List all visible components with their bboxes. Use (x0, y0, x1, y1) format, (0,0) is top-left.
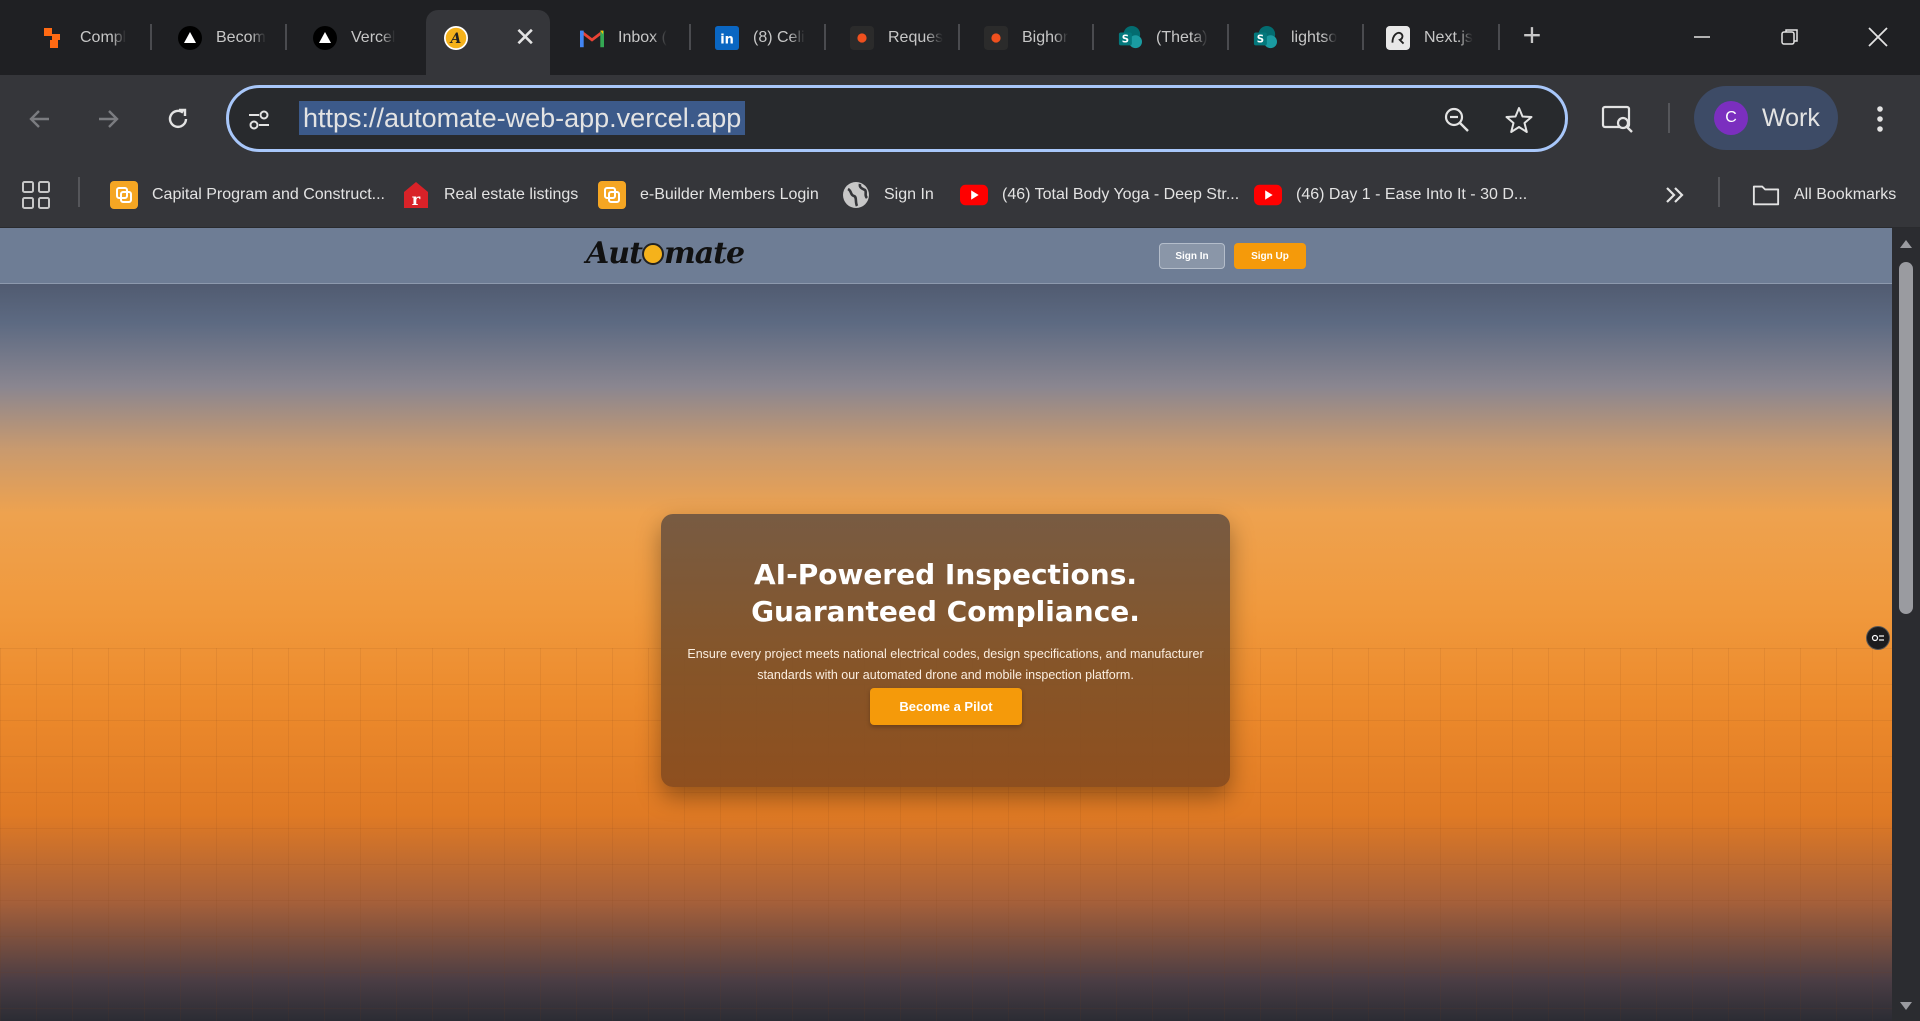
svg-text:S: S (1257, 35, 1264, 46)
browser-toolbar: https://automate-web-app.vercel.app C Wo… (0, 75, 1920, 161)
svg-text:r: r (412, 190, 421, 209)
sharepoint-icon: S (1253, 26, 1277, 50)
youtube-icon (1254, 181, 1282, 209)
page-scrollbar[interactable] (1892, 228, 1920, 1021)
scroll-thumb[interactable] (1899, 262, 1913, 614)
tab-automate-active[interactable]: A ✕ (426, 10, 550, 75)
svg-text:in: in (720, 33, 734, 48)
hero-subtitle: Ensure every project meets national elec… (687, 647, 1204, 682)
realtor-icon: r (402, 181, 430, 209)
forward-arrow-icon[interactable] (88, 99, 128, 139)
tab-becom[interactable]: Becom (160, 14, 280, 62)
automate-logo[interactable]: Aut mate (586, 236, 745, 271)
all-bookmarks-button[interactable]: All Bookmarks (1752, 179, 1896, 211)
tab-vercel[interactable]: Vercel (295, 14, 415, 62)
tab-bighorn[interactable]: Bighor (966, 14, 1086, 62)
record-dot-icon (984, 26, 1008, 50)
bookmark-real-estate[interactable]: r Real estate listings (402, 179, 578, 211)
record-dot-icon (850, 26, 874, 50)
linkedin-icon: in (715, 26, 739, 50)
back-arrow-icon[interactable] (20, 99, 60, 139)
tab-inbox[interactable]: Inbox ( (562, 14, 682, 62)
page-viewport: Aut mate Sign In Sign Up AI-Powered Inspe… (0, 228, 1892, 1021)
ebuilder-icon (598, 181, 626, 209)
vercel-triangle-icon (313, 26, 337, 50)
tab-requests[interactable]: Reques (832, 14, 952, 62)
bookmark-yoga-deep-stretch[interactable]: (46) Total Body Yoga - Deep Str... (960, 179, 1239, 211)
address-bar[interactable]: https://automate-web-app.vercel.app (226, 85, 1568, 152)
bookmark-sign-in[interactable]: Sign In (842, 179, 934, 211)
close-window-icon[interactable] (1848, 14, 1908, 60)
svg-text:S: S (1122, 35, 1129, 46)
url-text[interactable]: https://automate-web-app.vercel.app (299, 101, 746, 135)
scroll-up-arrow-icon[interactable] (1900, 240, 1912, 248)
reload-icon[interactable] (158, 99, 198, 139)
ebuilder-icon (110, 181, 138, 209)
new-tab-button[interactable]: + (1516, 19, 1548, 52)
tab-theta[interactable]: S (Theta) (1100, 14, 1220, 62)
bookmark-capital-program[interactable]: Capital Program and Construct... (110, 179, 385, 211)
site-settings-icon[interactable] (241, 102, 277, 138)
bookmark-star-icon[interactable] (1501, 102, 1537, 138)
orange-logo-icon (42, 26, 66, 50)
site-header: Aut mate Sign In Sign Up (0, 228, 1892, 284)
minimize-icon[interactable] (1672, 14, 1732, 60)
gmail-icon (580, 26, 604, 50)
apps-grid-icon[interactable] (22, 179, 50, 211)
floating-widget-icon[interactable] (1866, 626, 1890, 650)
vercel-triangle-icon (178, 26, 202, 50)
hero-card: AI-Powered Inspections. Guaranteed Compl… (661, 514, 1230, 787)
nextjs-icon (1386, 26, 1410, 50)
tab-search-icon[interactable] (1598, 99, 1638, 139)
sharepoint-icon: S (1118, 26, 1142, 50)
globe-icon (842, 181, 870, 209)
tab-linkedin[interactable]: in (8) Celi (697, 14, 817, 62)
menu-kebab-icon[interactable] (1860, 99, 1900, 139)
tab-strip: Compl Becom Vercel A ✕ Inbox ( in (8) Ce… (0, 0, 1920, 75)
youtube-icon (960, 181, 988, 209)
tab-compl[interactable]: Compl (24, 14, 144, 62)
profile-name: Work (1762, 103, 1820, 132)
sign-in-button[interactable]: Sign In (1159, 243, 1225, 269)
zoom-out-icon[interactable] (1439, 102, 1475, 138)
scroll-down-arrow-icon[interactable] (1900, 1002, 1912, 1010)
bookmarks-bar: Capital Program and Construct... r Real … (0, 161, 1920, 228)
more-bookmarks-chevron-icon[interactable] (1664, 179, 1686, 211)
become-pilot-button[interactable]: Become a Pilot (870, 688, 1022, 725)
bookmark-ebuilder-login[interactable]: e-Builder Members Login (598, 179, 819, 211)
automate-logo-icon: A (444, 25, 468, 50)
restore-icon[interactable] (1760, 14, 1820, 60)
folder-icon (1752, 181, 1780, 209)
svg-text:A: A (449, 31, 462, 47)
tab-nextjs[interactable]: Next.js (1368, 14, 1488, 62)
bookmark-yoga-day-1[interactable]: (46) Day 1 - Ease Into It - 30 D... (1254, 179, 1527, 211)
profile-chip[interactable]: C Work (1694, 86, 1838, 150)
logo-o-icon (641, 243, 664, 265)
tab-lightso[interactable]: S lightso (1235, 14, 1355, 62)
sign-up-button[interactable]: Sign Up (1234, 243, 1306, 269)
hero-title: AI-Powered Inspections. Guaranteed Compl… (751, 558, 1140, 628)
avatar: C (1714, 101, 1748, 135)
close-tab-icon[interactable]: ✕ (514, 22, 536, 53)
